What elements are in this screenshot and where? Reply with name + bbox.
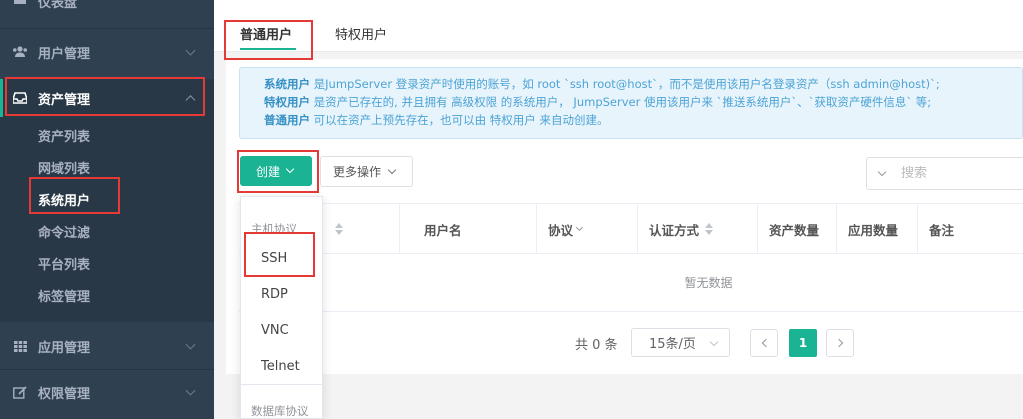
page-number-current[interactable]: 1 [789, 329, 817, 357]
alert-text: 是JumpServer 登录资产时使用的账号，如 root `ssh root@… [310, 77, 940, 91]
dashboard-icon [12, 0, 28, 7]
sort-icon[interactable] [335, 223, 343, 235]
sidebar-item-users[interactable]: 用户管理 [0, 33, 214, 71]
chevron-left-icon [761, 338, 770, 348]
alert-text: 是资产已存在的, 并且拥有 高级权限 的系统用户， JumpServer 使用该… [310, 95, 932, 109]
dropdown-divider [241, 384, 322, 385]
more-actions-label: 更多操作 [333, 165, 382, 179]
sidebar-item-dashboard[interactable]: 仪表盘 [0, 0, 214, 14]
column-header-protocol[interactable]: 协议 [536, 204, 584, 254]
column-header-username: 用户名 [424, 222, 462, 238]
submenu-item-domain-list[interactable]: 网域列表 [38, 158, 90, 177]
create-button-label: 创建 [256, 164, 281, 179]
submenu-item-label-manage[interactable]: 标签管理 [38, 286, 90, 305]
search-input[interactable] [901, 166, 1011, 181]
submenu-item-system-users[interactable]: 系统用户 [38, 190, 90, 209]
sidebar-item-label: 应用管理 [38, 340, 91, 356]
inbox-icon [12, 91, 28, 105]
filter-icon[interactable] [575, 223, 584, 232]
column-header-app-count: 应用数量 [848, 222, 899, 238]
page-size-value: 15条/页 [649, 337, 696, 352]
edit-icon [12, 385, 28, 399]
alert-text: 可以在资产上预先存在，也可以由 特权用户 来自动创建。 [310, 113, 609, 127]
chevron-up-icon [185, 95, 196, 106]
sidebar-item-label: 用户管理 [38, 46, 91, 62]
dropdown-item-rdp[interactable]: RDP [261, 287, 288, 302]
submenu-item-asset-list[interactable]: 资产列表 [38, 126, 90, 145]
tab-bar: 普通用户 特权用户 [214, 0, 1023, 52]
alert-term: 特权用户 [264, 95, 310, 109]
column-header-asset-count: 资产数量 [769, 222, 820, 238]
asset-submenu: 资产列表 网域列表 系统用户 命令过滤 平台列表 标签管理 [0, 117, 214, 322]
column-header-auth-method[interactable]: 认证方式 [637, 204, 714, 254]
next-page-button[interactable] [826, 329, 854, 357]
users-icon [12, 45, 28, 59]
sidebar-item-assets[interactable]: 资产管理 [0, 79, 214, 117]
sidebar-item-applications[interactable]: 应用管理 [0, 327, 214, 365]
column-header-comment: 备注 [929, 222, 955, 238]
sidebar-item-label: 权限管理 [38, 386, 91, 402]
dropdown-group-host-protocol: 主机协议 [251, 222, 297, 236]
sidebar-item-label: 仪表盘 [38, 0, 78, 11]
active-tab-indicator [240, 48, 296, 50]
create-dropdown-menu: 主机协议 SSH RDP VNC Telnet 数据库协议 [240, 196, 323, 419]
empty-table-message: 暂无数据 [239, 254, 1023, 312]
submenu-item-command-filter[interactable]: 命令过滤 [38, 222, 90, 241]
sort-icon[interactable] [705, 223, 714, 235]
sidebar-item-permissions[interactable]: 权限管理 [0, 373, 214, 411]
grid-icon [12, 339, 28, 353]
dropdown-item-telnet[interactable]: Telnet [261, 359, 300, 374]
chevron-down-icon[interactable] [877, 167, 887, 176]
sidebar-item-label: 资产管理 [38, 92, 91, 108]
chevron-down-icon [185, 339, 196, 350]
chevron-down-icon [185, 45, 196, 56]
dropdown-group-database-protocol: 数据库协议 [251, 404, 309, 418]
chevron-down-icon [285, 164, 295, 174]
sidebar: 仪表盘 用户管理 资产管理 资产列表 网域列表 系统用户 命令过滤 平台列表 标… [0, 0, 214, 419]
alert-term: 系统用户 [264, 77, 310, 91]
chevron-down-icon [709, 337, 719, 347]
chevron-down-icon [185, 385, 196, 396]
tab-normal-users[interactable]: 普通用户 [240, 24, 292, 43]
alert-term: 普通用户 [264, 113, 310, 127]
prev-page-button[interactable] [750, 329, 778, 357]
search-box [866, 157, 1023, 190]
submenu-item-platform-list[interactable]: 平台列表 [38, 254, 90, 273]
dropdown-item-ssh[interactable]: SSH [261, 251, 287, 266]
create-button[interactable]: 创建 [240, 156, 312, 186]
page-size-select[interactable]: 15条/页 [631, 328, 730, 357]
info-alert: 系统用户 是JumpServer 登录资产时使用的账号，如 root `ssh … [239, 67, 1023, 139]
chevron-right-icon [834, 338, 843, 348]
chevron-down-icon [387, 165, 397, 174]
more-actions-button[interactable]: 更多操作 [320, 156, 413, 187]
pagination-total: 共 0 条 [575, 337, 618, 353]
table-header: 用户名 协议 认证方式 资产数量 应用数量 备注 [239, 203, 1023, 254]
tab-privileged-users[interactable]: 特权用户 [335, 24, 387, 43]
dropdown-item-vnc[interactable]: VNC [261, 323, 289, 338]
